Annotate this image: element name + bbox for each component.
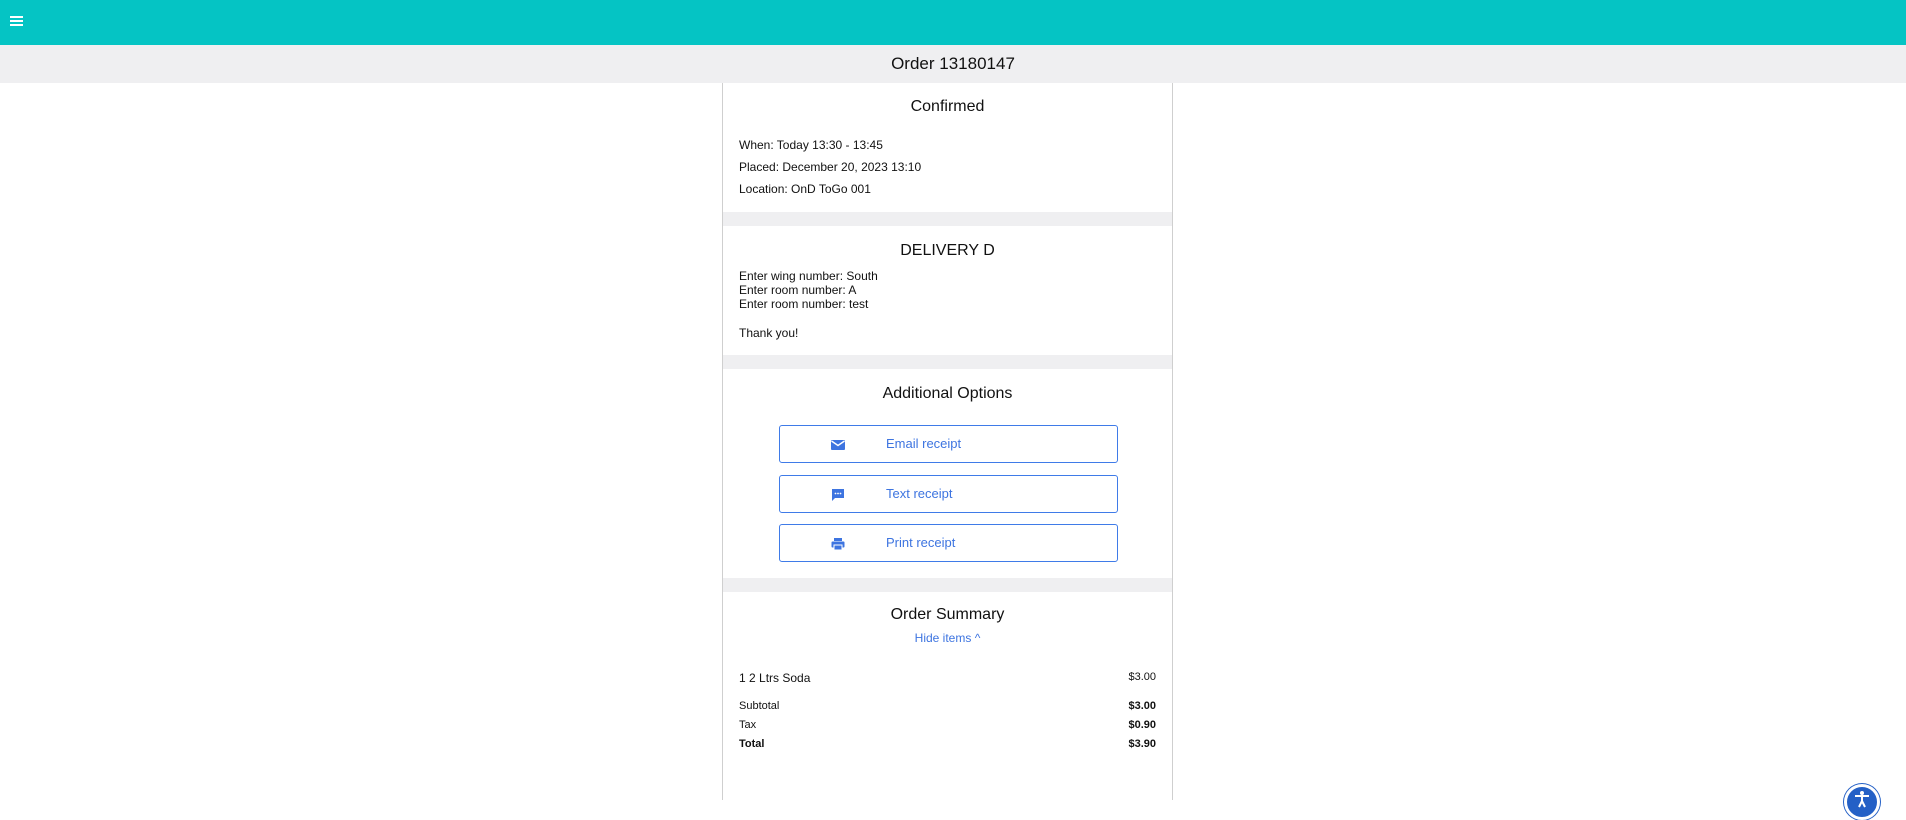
- delivery-line: Enter room number: test: [739, 297, 869, 311]
- print-receipt-button[interactable]: Print receipt: [779, 524, 1118, 562]
- order-summary-section: Order Summary Hide items ^ 1 2 Ltrs Soda…: [723, 592, 1172, 800]
- location-text: Location: OnD ToGo 001: [739, 182, 871, 196]
- when-text: When: Today 13:30 - 13:45: [739, 138, 883, 152]
- menu-icon[interactable]: [8, 12, 28, 32]
- print-icon: [831, 538, 845, 551]
- subtotal-label: Subtotal: [739, 700, 780, 712]
- message-icon: [832, 489, 844, 501]
- line-item: 1 2 Ltrs Soda $3.00: [739, 671, 1156, 685]
- subtotal-value: $3.00: [1128, 700, 1156, 712]
- status-heading: Confirmed: [910, 98, 985, 115]
- email-icon: [831, 440, 845, 450]
- section-divider: [723, 578, 1172, 592]
- hide-items-link[interactable]: Hide items ^: [723, 631, 1172, 645]
- tax-row: Tax $0.90: [739, 719, 1156, 731]
- email-receipt-label: Email receipt: [886, 436, 962, 451]
- line-item-name: 1 2 Ltrs Soda: [739, 671, 811, 685]
- print-receipt-label: Print receipt: [886, 535, 956, 550]
- section-divider: [723, 212, 1172, 226]
- subtotal-row: Subtotal $3.00: [739, 700, 1156, 712]
- thank-you-text: Thank you!: [739, 326, 799, 340]
- total-row: Total $3.90: [739, 738, 1156, 750]
- delivery-line: Enter wing number: South: [739, 269, 878, 283]
- additional-options-section: Additional Options Email receipt Text re…: [723, 369, 1172, 578]
- order-summary-heading: Order Summary: [890, 606, 1005, 623]
- delivery-line: Enter room number: A: [739, 283, 857, 297]
- text-receipt-label: Text receipt: [886, 486, 953, 501]
- placed-text: Placed: December 20, 2023 13:10: [739, 160, 922, 174]
- status-section: Confirmed When: Today 13:30 - 13:45 Plac…: [723, 83, 1172, 212]
- accessibility-button[interactable]: [1844, 784, 1880, 820]
- tax-value: $0.90: [1128, 719, 1156, 731]
- top-app-bar: [0, 0, 1906, 45]
- additional-options-heading: Additional Options: [882, 385, 1013, 402]
- text-receipt-button[interactable]: Text receipt: [779, 475, 1118, 513]
- line-item-price: $3.00: [1128, 671, 1156, 683]
- total-value: $3.90: [1128, 738, 1156, 750]
- delivery-heading: DELIVERY D: [900, 242, 995, 259]
- accessibility-icon: [1855, 791, 1869, 808]
- order-content: Confirmed When: Today 13:30 - 13:45 Plac…: [722, 83, 1173, 800]
- section-divider: [723, 355, 1172, 369]
- total-label: Total: [739, 738, 765, 750]
- email-receipt-button[interactable]: Email receipt: [779, 425, 1118, 463]
- delivery-section: DELIVERY D Enter wing number: South Ente…: [723, 226, 1172, 355]
- page-title: Order 13180147: [891, 54, 1015, 73]
- tax-label: Tax: [739, 719, 757, 731]
- title-bar: Order 13180147: [0, 45, 1906, 83]
